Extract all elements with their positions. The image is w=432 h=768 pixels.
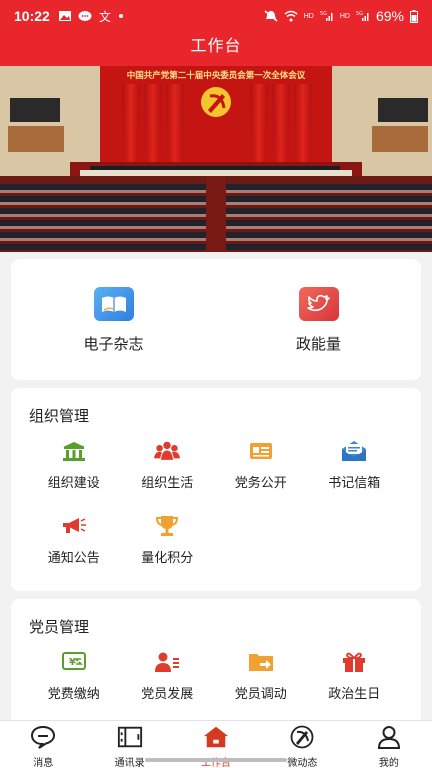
org-building-button[interactable]: 组织建设: [27, 440, 121, 491]
tab-profile-label: 我的: [378, 758, 399, 768]
megaphone-icon: [61, 515, 87, 537]
book-icon: [93, 287, 134, 321]
signal-icon: 5G: [320, 11, 333, 21]
secretary-mailbox-label: 书记信箱: [328, 475, 381, 490]
tab-profile[interactable]: 我的: [346, 721, 432, 768]
quantified-points-label: 量化积分: [141, 550, 194, 565]
wifi-icon: [284, 10, 298, 22]
org-row-1: 组织建设 组织生活 党务公开 书记信箱: [11, 440, 421, 491]
network-label-4: 5G: [356, 11, 363, 17]
notice-label: 通知公告: [47, 550, 100, 565]
org-life-button[interactable]: 组织生活: [121, 440, 215, 491]
page-title: 工作台: [0, 32, 432, 66]
translate-icon: 文: [99, 10, 111, 22]
meeting-hall-illustration: 中国共产党第二十届中央委员会第一次全体会议: [0, 66, 432, 252]
e-magazine-label: 电子杂志: [83, 336, 144, 353]
fee-icon: ¥: [61, 651, 87, 673]
member-growth-label: 党员发展: [141, 686, 194, 701]
quantified-points-button[interactable]: 量化积分: [121, 515, 215, 566]
featured-card: 电子杂志 政能量: [11, 259, 421, 380]
positive-energy-label: 政能量: [295, 336, 341, 353]
bird-icon: [298, 287, 339, 321]
signal-icon-2: 5G: [356, 11, 369, 21]
group-icon: [154, 440, 181, 462]
id-card-icon: [248, 440, 274, 462]
party-affairs-button[interactable]: 党务公开: [214, 440, 308, 491]
political-birthday-button[interactable]: 政治生日: [308, 651, 402, 702]
building-icon: [61, 440, 87, 462]
status-bar: 10:22 文 HD 5G HD 5G 69%: [0, 0, 432, 32]
member-transfer-button[interactable]: 党员调动: [214, 651, 308, 702]
member-transfer-label: 党员调动: [234, 686, 287, 701]
banner-image[interactable]: 中国共产党第二十届中央委员会第一次全体会议: [0, 66, 432, 252]
member-management-card: 党员管理 ¥ 党费缴纳 党员发展 党员调动 政治生日: [11, 599, 421, 739]
battery-text: 69%: [375, 8, 404, 24]
org-building-label: 组织建设: [47, 475, 100, 490]
gift-icon: [341, 651, 367, 673]
battery-icon: [410, 9, 418, 23]
svg-text:文: 文: [99, 10, 111, 22]
party-emblem-icon: [289, 725, 315, 749]
party-fee-label: 党费缴纳: [47, 686, 100, 701]
party-fee-button[interactable]: ¥ 党费缴纳: [27, 651, 121, 702]
tab-messages-label: 消息: [33, 758, 54, 768]
gesture-bar[interactable]: [145, 758, 287, 762]
folder-transfer-icon: [248, 651, 274, 673]
political-birthday-label: 政治生日: [328, 686, 381, 701]
tab-moments-label: 微动态: [287, 758, 318, 768]
org-management-title: 组织管理: [29, 408, 90, 425]
member-growth-icon: [154, 651, 180, 673]
network-label-1: HD: [303, 12, 314, 20]
gallery-icon: [58, 11, 71, 21]
e-magazine-button[interactable]: 电子杂志: [11, 259, 216, 380]
contacts-icon: [117, 725, 143, 749]
positive-energy-button[interactable]: 政能量: [216, 259, 421, 380]
trophy-icon: [154, 515, 180, 537]
org-row-2: 通知公告 量化积分: [11, 515, 421, 566]
dot-icon: [118, 14, 123, 18]
person-icon: [376, 725, 402, 749]
member-growth-button[interactable]: 党员发展: [121, 651, 215, 702]
org-management-card: 组织管理 组织建设 组织生活 党务公开 书记信箱 通知公告 量化积分: [11, 388, 421, 591]
notice-button[interactable]: 通知公告: [27, 515, 121, 566]
member-row-1: ¥ 党费缴纳 党员发展 党员调动 政治生日: [11, 651, 421, 702]
network-label-3: HD: [339, 12, 350, 20]
network-label-2: 5G: [320, 11, 327, 17]
home-icon: [203, 725, 229, 749]
tab-contacts-label: 通讯录: [114, 758, 145, 768]
status-time: 10:22: [14, 8, 50, 24]
chat-icon: [30, 725, 56, 749]
party-affairs-label: 党务公开: [234, 475, 287, 490]
message-icon: [78, 11, 92, 21]
banner-caption: 中国共产党第二十届中央委员会第一次全体会议: [127, 70, 306, 81]
mute-icon: [264, 10, 278, 22]
member-management-title: 党员管理: [29, 619, 90, 636]
org-life-label: 组织生活: [141, 475, 194, 490]
secretary-mailbox-button[interactable]: 书记信箱: [308, 440, 402, 491]
mailbox-icon: [341, 440, 367, 462]
tab-messages[interactable]: 消息: [0, 721, 86, 768]
bottom-tab-bar: 消息 通讯录 工作台 微动态 我的: [0, 720, 432, 768]
